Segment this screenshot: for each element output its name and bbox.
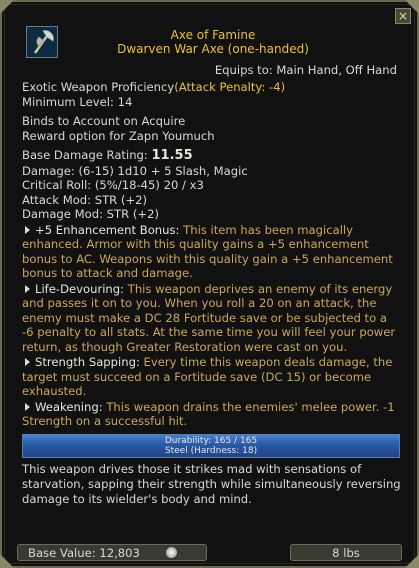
item-weight: 8 lbs	[332, 546, 360, 560]
arrow-bullet-icon	[25, 225, 30, 234]
frame-corner	[405, 554, 419, 568]
damage: Damage: (6-15) 1d10 + 5 Slash, Magic	[22, 163, 248, 178]
coin-icon	[166, 547, 177, 558]
item-subtitle: Dwarven War Axe (one-handed)	[117, 42, 309, 56]
enchantment: Weakening: This weapon drains the enemie…	[22, 400, 401, 429]
item-name: Axe of Famine	[170, 28, 256, 42]
enchantment: Life-Devouring: This weapon deprives an …	[22, 282, 401, 355]
material-text: Steel (Hardness: 18)	[164, 445, 258, 456]
proficiency: Exotic Weapon Proficiency	[22, 80, 175, 94]
attack-mod: Attack Mod: STR (+2)	[22, 192, 148, 207]
item-description: This weapon drives those it strikes mad …	[22, 461, 401, 506]
frame-corner	[0, 0, 14, 14]
durability-bar: Durability: 165 / 165 Steel (Hardness: 1…	[22, 433, 400, 458]
item-title: Axe of Famine Dwarven War Axe (one-hande…	[58, 28, 368, 56]
damage-mod: Damage Mod: STR (+2)	[22, 207, 159, 221]
critical-roll: Critical Roll: (5%/18-45) 20 / x3	[22, 178, 204, 192]
base-value-pill: Base Value: 12,803	[17, 544, 207, 561]
arrow-bullet-icon	[25, 402, 30, 411]
proficiency-line: Exotic Weapon Proficiency(Attack Penalty…	[22, 80, 401, 95]
base-damage-line: Base Damage Rating: 11.55	[22, 148, 401, 164]
enchantment-title: +5 Enhancement Bonus:	[35, 222, 180, 237]
equips-to: Equips to: Main Hand, Off Hand	[214, 63, 397, 77]
item-details: Exotic Weapon Proficiency(Attack Penalty…	[22, 80, 401, 507]
axe-icon	[26, 26, 58, 58]
min-level: Minimum Level: 14	[22, 94, 133, 109]
base-value: Base Value: 12,803	[28, 546, 140, 560]
weight-pill: 8 lbs	[290, 544, 402, 561]
enchantment-title: Strength Sapping:	[35, 355, 140, 369]
arrow-bullet-icon	[25, 358, 30, 366]
item-tooltip: × Axe of Famine Dwarven War Axe (one-han…	[0, 0, 419, 568]
binds: Binds to Account on Acquire	[22, 114, 186, 128]
durability-text: Durability: 165 / 165	[164, 435, 258, 446]
footer: Base Value: 12,803 8 lbs	[12, 544, 407, 561]
enchantment-title: Weakening:	[35, 399, 103, 414]
enchantment-title: Life-Devouring:	[35, 281, 125, 296]
enchantment: +5 Enhancement Bonus: This item has been…	[22, 223, 401, 281]
reward: Reward option for Zapn Youmuch	[22, 128, 215, 143]
enchantment: Strength Sapping: Every time this weapon…	[22, 355, 401, 399]
base-damage-value: 11.55	[151, 148, 193, 163]
base-damage-label: Base Damage Rating:	[22, 148, 148, 162]
arrow-bullet-icon	[25, 284, 30, 293]
proficiency-penalty: (Attack Penalty: -4)	[174, 80, 286, 94]
close-icon[interactable]: ×	[395, 8, 411, 24]
